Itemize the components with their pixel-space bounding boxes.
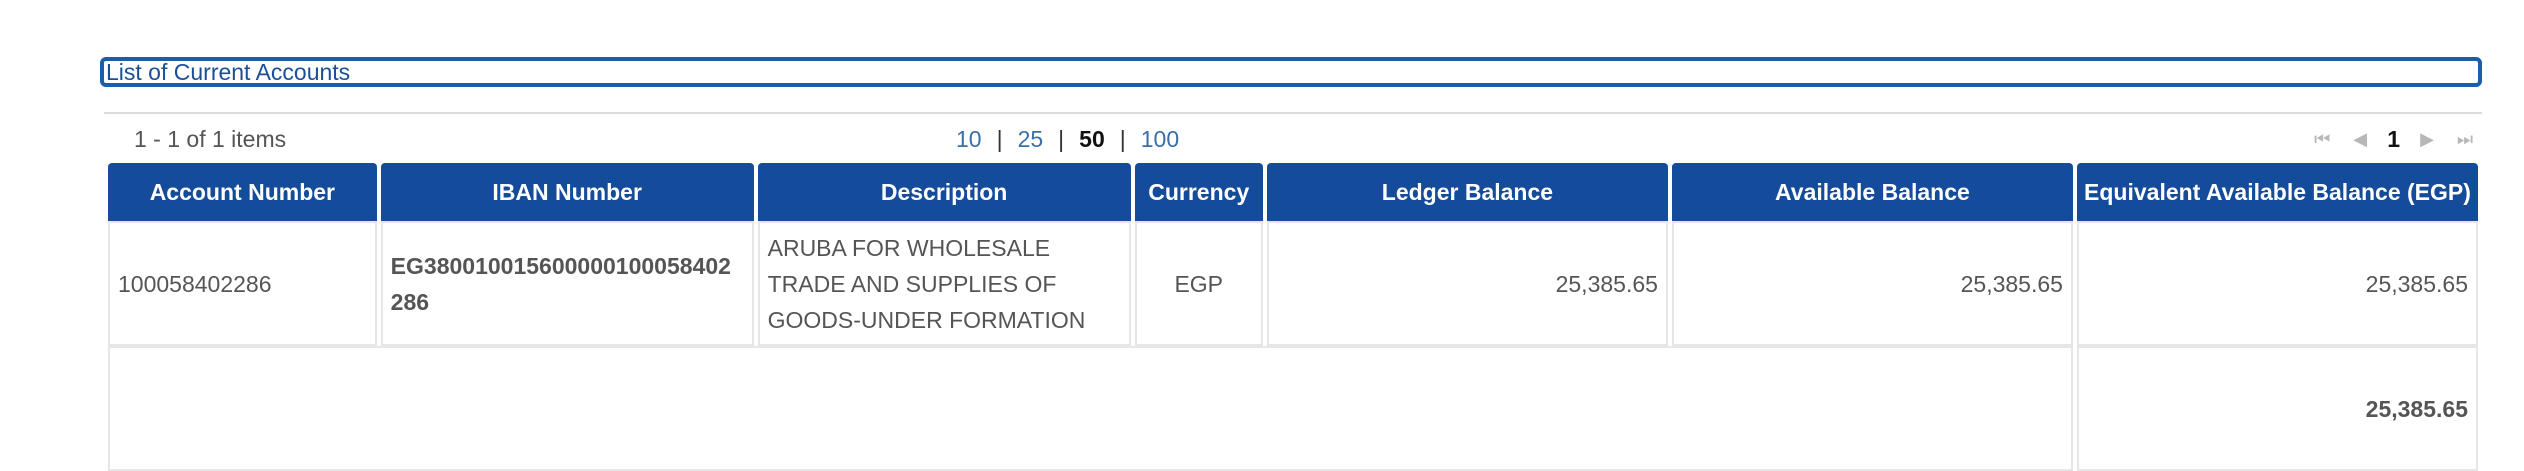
page-navigation: ⏮ ◀ 1 ▶ ⏭ <box>2311 126 2476 153</box>
available-balance-cell: 25,385.65 <box>1671 221 2073 346</box>
accounts-table: Account Number IBAN Number Description C… <box>104 163 2482 471</box>
section-title: List of Current Accounts <box>106 59 351 85</box>
currency-cell: EGP <box>1134 221 1263 346</box>
header-equivalent-available-balance[interactable]: Equivalent Available Balance (EGP) <box>2076 163 2478 221</box>
first-page-icon[interactable]: ⏮ <box>2311 129 2333 150</box>
divider: | <box>1058 126 1065 152</box>
item-count-text: 1 - 1 of 1 items <box>134 126 287 152</box>
page-size-10[interactable]: 10 <box>956 126 982 153</box>
grid-pager: 1 - 1 of 1 items 10 | 25 | 50 | 100 ⏮ ◀ … <box>104 112 2482 164</box>
header-ledger-balance[interactable]: Ledger Balance <box>1266 163 1668 221</box>
table-row[interactable]: 100058402286 EG3800100156000001000584022… <box>108 221 2478 346</box>
divider: | <box>996 126 1003 152</box>
ledger-balance-cell: 25,385.65 <box>1266 221 1668 346</box>
iban-cell: EG380010015600000100058402286 <box>380 221 754 346</box>
divider: | <box>1119 126 1126 152</box>
header-account-number[interactable]: Account Number <box>108 163 377 221</box>
equivalent-available-balance-cell: 25,385.65 <box>2076 221 2478 346</box>
header-currency[interactable]: Currency <box>1134 163 1263 221</box>
table-total-row: 25,385.65 <box>108 346 2478 471</box>
current-page-number[interactable]: 1 <box>2387 126 2400 153</box>
previous-page-icon[interactable]: ◀ <box>2349 129 2371 150</box>
header-available-balance[interactable]: Available Balance <box>1671 163 2073 221</box>
header-iban-number[interactable]: IBAN Number <box>380 163 754 221</box>
page-size-selector: 10 | 25 | 50 | 100 <box>956 126 1179 153</box>
page-size-25[interactable]: 25 <box>1018 126 1044 153</box>
page-size-50[interactable]: 50 <box>1079 126 1105 153</box>
section-title-bar[interactable]: List of Current Accounts <box>100 57 2482 87</box>
total-equivalent-balance: 25,385.65 <box>2076 346 2478 471</box>
description-cell: ARUBA FOR WHOLESALE TRADE AND SUPPLIES O… <box>757 221 1131 346</box>
last-page-icon[interactable]: ⏭ <box>2454 129 2476 150</box>
page-size-100[interactable]: 100 <box>1141 126 1179 153</box>
next-page-icon[interactable]: ▶ <box>2416 129 2438 150</box>
table-header-row: Account Number IBAN Number Description C… <box>108 163 2478 221</box>
total-row-spacer <box>108 346 2073 471</box>
header-description[interactable]: Description <box>757 163 1131 221</box>
account-number-cell[interactable]: 100058402286 <box>108 221 377 346</box>
